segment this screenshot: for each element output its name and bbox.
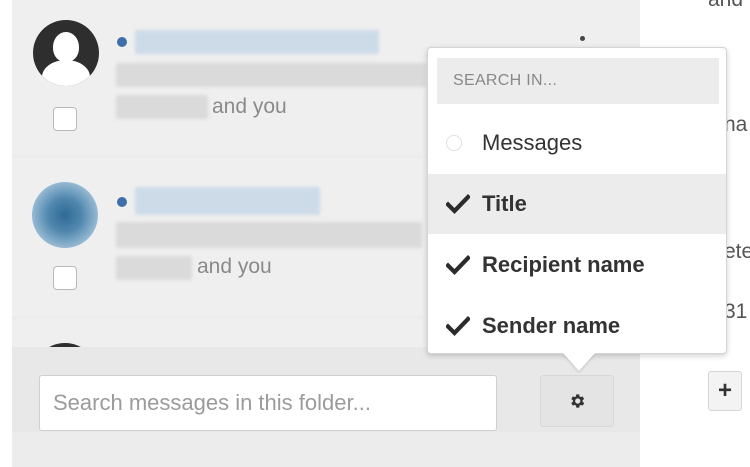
gear-icon <box>571 394 585 408</box>
select-checkbox[interactable] <box>53 266 77 290</box>
avatar <box>32 182 98 248</box>
add-button[interactable]: + <box>708 371 742 411</box>
check-icon <box>446 194 470 214</box>
option-sender-name[interactable]: Sender name <box>428 296 726 356</box>
blurred-recipient <box>116 95 208 119</box>
conversation-menu-button[interactable] <box>567 36 597 46</box>
search-messages-input[interactable] <box>39 375 497 431</box>
option-label: Sender name <box>482 313 621 338</box>
avatar <box>33 20 99 86</box>
check-icon <box>446 316 470 336</box>
recipients-suffix: and you <box>212 95 287 118</box>
message-text-fragment: na <box>724 113 748 136</box>
search-options-button[interactable] <box>540 375 614 427</box>
search-in-field[interactable] <box>437 58 719 104</box>
blurred-title <box>116 222 422 248</box>
blurred-sender-name <box>135 187 320 215</box>
message-text-fragment: and <box>708 0 743 12</box>
option-messages[interactable]: Messages <box>428 113 726 173</box>
blurred-recipient <box>116 256 192 280</box>
message-text-fragment: ete <box>724 240 750 263</box>
dropdown-pointer <box>563 353 595 371</box>
recipients-suffix: and you <box>197 255 272 278</box>
blurred-sender-name <box>135 30 379 54</box>
radio-icon <box>446 135 462 151</box>
check-icon <box>446 255 470 275</box>
option-title[interactable]: Title <box>428 174 726 234</box>
option-label: Recipient name <box>482 252 645 277</box>
option-label: Messages <box>482 130 583 155</box>
search-bar <box>12 347 640 432</box>
option-label: Title <box>482 191 527 216</box>
unread-indicator <box>117 197 127 207</box>
unread-indicator <box>117 37 127 47</box>
avatar-placeholder-icon <box>53 32 79 62</box>
select-checkbox[interactable] <box>53 107 77 131</box>
blurred-title <box>116 63 426 87</box>
message-text-fragment: 31 <box>724 300 748 323</box>
search-options-dropdown: Messages Title Recipient name Sender nam… <box>427 47 727 354</box>
option-recipient-name[interactable]: Recipient name <box>428 235 726 295</box>
